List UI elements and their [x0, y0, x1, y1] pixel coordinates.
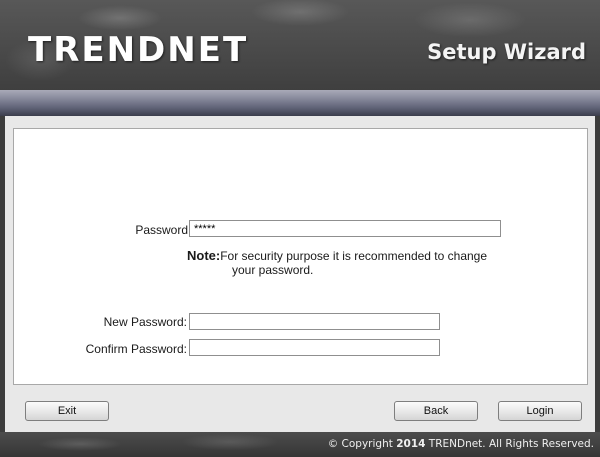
copyright-text: © Copyright 2014 TRENDnet. All Rights Re…: [328, 438, 594, 450]
title-bar: [0, 90, 600, 116]
copyright-year: 2014: [396, 438, 426, 450]
security-note: Note:For security purpose it is recommen…: [187, 248, 547, 278]
password-label: Password: [135, 223, 188, 237]
note-label: Note:: [187, 248, 221, 263]
content-area: Password Note:For security purpose it is…: [5, 116, 595, 432]
login-button[interactable]: Login: [498, 401, 582, 421]
note-text-line2: your password.: [232, 263, 314, 277]
header-banner: TRENDNET Setup Wizard: [0, 0, 600, 90]
exit-button[interactable]: Exit: [25, 401, 109, 421]
footer-banner: © Copyright 2014 TRENDnet. All Rights Re…: [0, 432, 600, 457]
setup-wizard-window: TRENDNET Setup Wizard Password Note:For …: [0, 0, 600, 457]
password-field[interactable]: [189, 220, 501, 237]
copyright-prefix: Copyright: [341, 438, 393, 450]
back-button[interactable]: Back: [394, 401, 478, 421]
new-password-field[interactable]: [189, 313, 440, 330]
trendnet-logo: TRENDNET: [28, 30, 249, 70]
copyright-symbol: ©: [327, 438, 339, 450]
confirm-password-label: Confirm Password:: [85, 342, 187, 356]
confirm-password-field[interactable]: [189, 339, 440, 356]
copyright-suffix: TRENDnet. All Rights Reserved.: [428, 438, 594, 450]
new-password-label: New Password:: [103, 315, 187, 329]
wizard-title: Setup Wizard: [427, 40, 586, 64]
note-text-line1: For security purpose it is recommended t…: [220, 249, 488, 263]
